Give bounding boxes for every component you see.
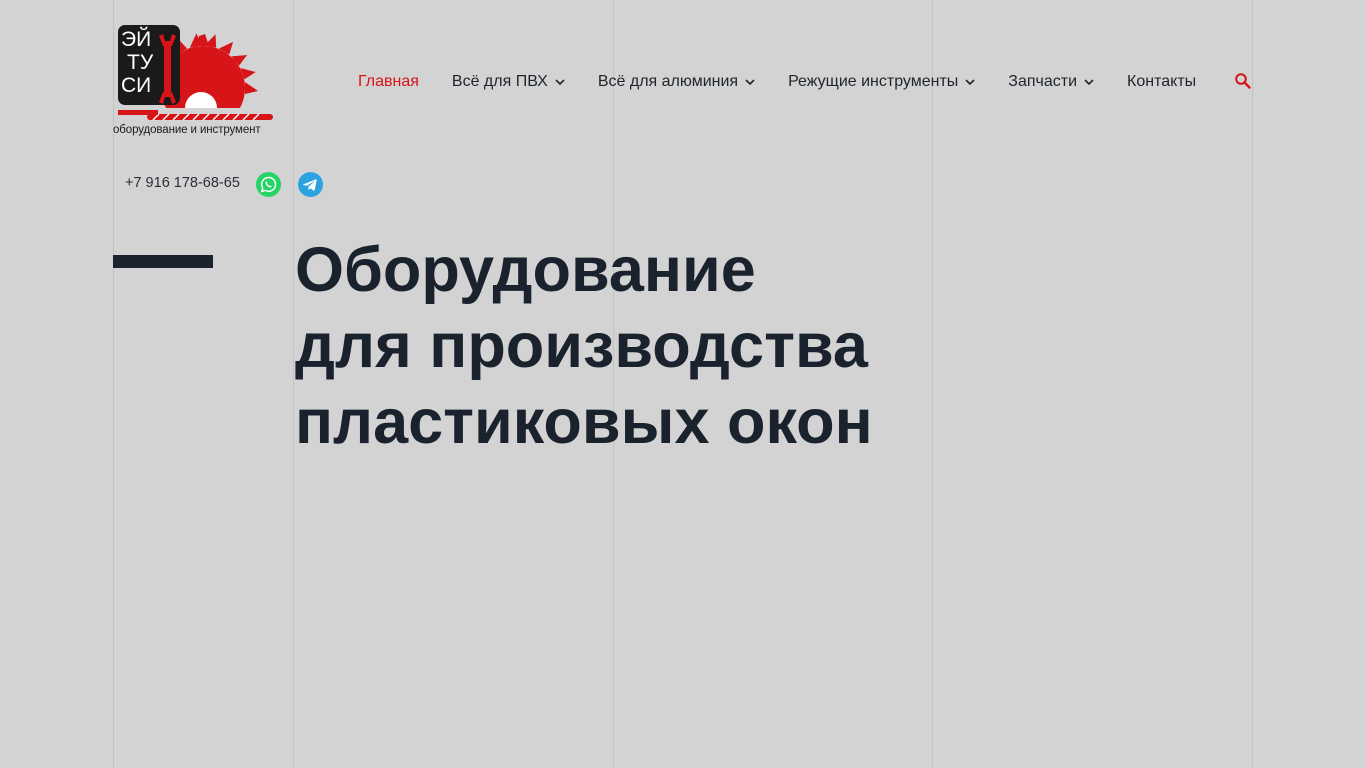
hero-title-line: Оборудование — [295, 235, 756, 305]
nav-item-spare-parts[interactable]: Запчасти — [1008, 73, 1095, 91]
telegram-link[interactable] — [298, 172, 323, 197]
grid-line — [293, 0, 294, 768]
nav-item-label: Всё для ПВХ — [451, 73, 548, 90]
nav-item-home[interactable]: Главная — [358, 73, 419, 91]
nav-item-cutting-tools[interactable]: Режущие инструменты — [788, 73, 976, 91]
nav-item-contacts[interactable]: Контакты — [1127, 73, 1196, 91]
logo-letters-line-3: СИ — [121, 74, 151, 97]
logo-caption: оборудование и инструмент — [113, 124, 261, 136]
chevron-down-icon — [1084, 79, 1094, 86]
nav-item-pvc[interactable]: Всё для ПВХ — [452, 73, 566, 91]
page: ЭЙ ТУ СИ оборудование и инструмент Главн… — [0, 0, 1366, 768]
nav-item-label: Всё для алюминия — [597, 73, 739, 90]
grid-line — [1252, 0, 1253, 768]
nav-item-label: Запчасти — [1008, 73, 1078, 90]
whatsapp-icon — [256, 172, 281, 197]
telegram-icon — [298, 172, 323, 197]
nav-item-aluminium[interactable]: Всё для алюминия — [598, 73, 756, 91]
accent-bar — [113, 255, 213, 268]
search-icon — [1235, 73, 1251, 89]
nav-item-label: Главная — [358, 73, 419, 90]
main-nav: Главная Всё для ПВХ Всё для алюминия Реж… — [358, 70, 1196, 94]
logo-letters-line-2: ТУ — [127, 51, 154, 74]
nav-item-label: Режущие инструменты — [788, 73, 959, 90]
nav-item-label: Контакты — [1127, 73, 1197, 90]
site-logo[interactable]: ЭЙ ТУ СИ оборудование и инструмент — [113, 22, 279, 140]
chevron-down-icon — [745, 79, 755, 86]
hero-title-line: для производства — [295, 311, 868, 381]
logo-letters-line-1: ЭЙ — [121, 27, 151, 51]
hero-title-line: пластиковых окон — [295, 387, 873, 457]
whatsapp-link[interactable] — [256, 172, 281, 197]
phone-link[interactable]: +7 916 178-68-65 — [125, 175, 240, 191]
hero-title: Оборудование для производства пластиковы… — [295, 232, 1015, 460]
search-button[interactable] — [1234, 72, 1252, 90]
chevron-down-icon — [965, 79, 975, 86]
chevron-down-icon — [555, 79, 565, 86]
logo-mark: ЭЙ ТУ СИ — [118, 25, 279, 126]
